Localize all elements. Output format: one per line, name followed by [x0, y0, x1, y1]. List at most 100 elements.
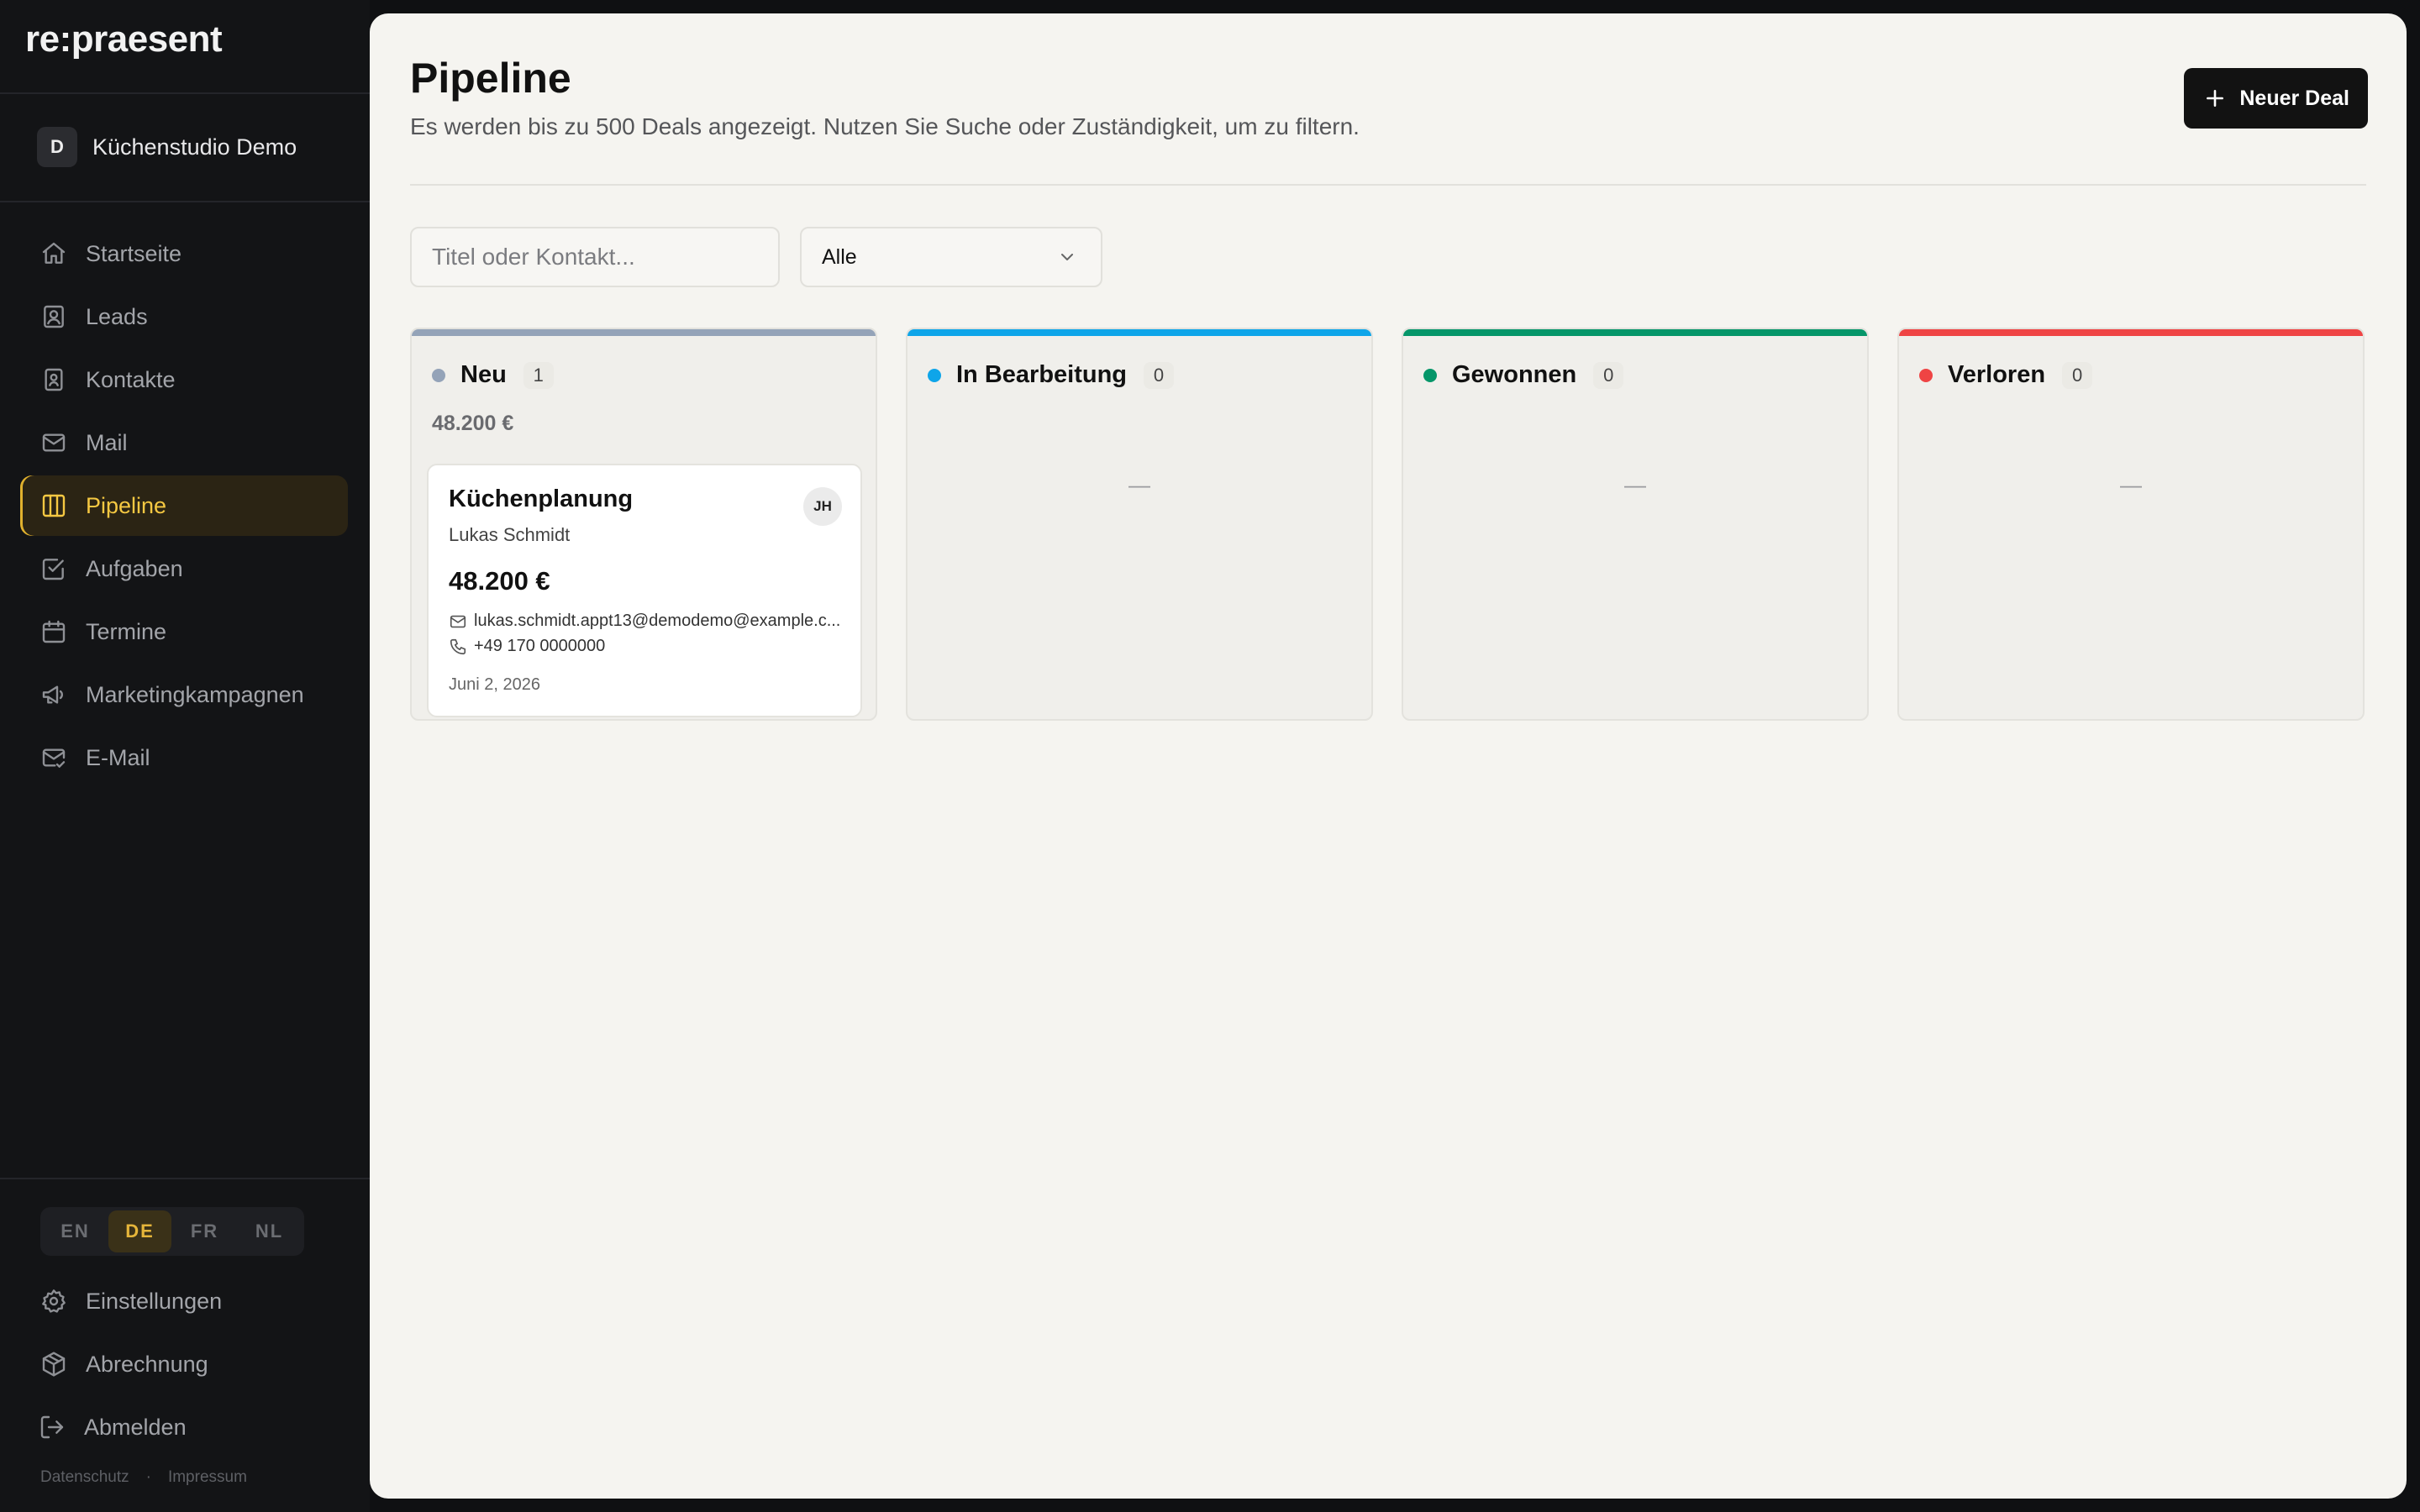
deal-phone-text: +49 170 0000000	[474, 637, 606, 655]
language-option-nl[interactable]: NL	[238, 1210, 301, 1252]
sidebar-item-pipeline[interactable]: Pipeline	[20, 475, 348, 536]
column-title: Neu	[460, 361, 507, 388]
megaphone-icon	[42, 685, 63, 704]
column-count-badge: 0	[2062, 361, 2093, 389]
sidebar-item-label: Abrechnung	[86, 1351, 208, 1377]
language-option-de[interactable]: DE	[108, 1210, 171, 1252]
new-deal-button[interactable]: Neuer Deal	[2184, 68, 2368, 129]
gear-icon	[42, 1289, 66, 1313]
imprint-link[interactable]: Impressum	[168, 1468, 247, 1487]
address-book-icon	[45, 368, 63, 391]
page-title: Pipeline	[410, 55, 571, 102]
mail-check-icon	[42, 748, 66, 768]
status-dot	[928, 368, 941, 382]
calendar-icon	[42, 620, 66, 643]
sidebar-item-label: Kontakte	[86, 366, 176, 392]
footer-links: Datenschutz · Impressum	[40, 1468, 247, 1487]
sidebar-item-label: Startseite	[86, 240, 182, 266]
status-dot	[1423, 368, 1437, 382]
sidebar-item-einstellungen[interactable]: Einstellungen	[20, 1271, 348, 1331]
deal-phone[interactable]: +49 170 0000000	[449, 637, 605, 656]
columns-icon	[42, 494, 66, 517]
language-option-en[interactable]: EN	[44, 1210, 107, 1252]
sidebar-item-termine[interactable]: Termine	[20, 601, 348, 662]
pipeline-column-verloren: Verloren 0 —	[1897, 328, 2365, 721]
column-color-bar	[412, 329, 876, 336]
plus-icon	[2207, 90, 2224, 107]
sidebar-item-marketingkampagnen[interactable]: Marketingkampagnen	[20, 664, 348, 725]
workspace-avatar: D	[37, 127, 77, 167]
pipeline-column-in-bearbeitung: In Bearbeitung 0 —	[906, 328, 1373, 721]
privacy-link[interactable]: Datenschutz	[40, 1468, 129, 1487]
package-icon	[42, 1352, 66, 1377]
bottom-nav: Einstellungen Abrechnung Abmelden	[20, 1271, 348, 1460]
app-logo[interactable]: re:praesent	[25, 18, 223, 60]
deal-contact: Lukas Schmidt	[449, 524, 571, 545]
column-color-bar	[1403, 329, 1867, 336]
sidebar-item-label: Einstellungen	[86, 1288, 223, 1314]
logout-icon	[40, 1415, 64, 1439]
sidebar-divider	[0, 201, 370, 202]
sidebar-item-kontakte[interactable]: Kontakte	[20, 349, 348, 410]
sidebar-item-label: E-Mail	[86, 744, 150, 770]
mail-icon	[42, 433, 66, 452]
column-empty-placeholder: —	[2120, 472, 2142, 497]
deal-email-text: lukas.schmidt.appt13@demodemo@example.c.…	[474, 612, 841, 630]
sidebar-item-startseite[interactable]: Startseite	[20, 223, 348, 284]
sidebar-item-e-mail[interactable]: E-Mail	[20, 727, 348, 788]
new-deal-label: Neuer Deal	[2239, 86, 2349, 110]
deal-title: Küchenplanung	[449, 486, 634, 512]
sidebar-item-abrechnung[interactable]: Abrechnung	[20, 1334, 348, 1394]
column-header: In Bearbeitung 0	[928, 361, 1175, 389]
sidebar-item-label: Termine	[86, 618, 167, 644]
column-count-badge: 0	[1144, 361, 1175, 389]
sidebar: re:praesent D Küchenstudio Demo Startsei…	[0, 0, 370, 1512]
checkbox-icon	[42, 559, 64, 580]
deal-amount: 48.200 €	[449, 566, 550, 596]
column-title: Gewonnen	[1452, 361, 1577, 388]
search-input[interactable]	[410, 227, 780, 287]
workspace-switcher[interactable]: D Küchenstudio Demo	[37, 127, 297, 167]
owner-select[interactable]: Alle	[800, 227, 1102, 287]
column-empty-placeholder: —	[1624, 472, 1646, 497]
deal-card[interactable]: Küchenplanung JH Lukas Schmidt 48.200 € …	[427, 464, 862, 717]
sidebar-divider	[0, 1178, 370, 1179]
chevron-down-icon	[1061, 254, 1073, 260]
sidebar-divider	[0, 92, 370, 94]
main-content: Pipeline Es werden bis zu 500 Deals ange…	[370, 13, 2407, 1499]
language-option-fr[interactable]: FR	[173, 1210, 236, 1252]
deal-email[interactable]: lukas.schmidt.appt13@demodemo@example.c.…	[449, 612, 840, 631]
column-header: Verloren 0	[1919, 361, 2093, 389]
sidebar-item-label: Pipeline	[86, 492, 167, 518]
workspace-name: Küchenstudio Demo	[92, 134, 297, 160]
logout-button[interactable]: Abmelden	[20, 1397, 348, 1457]
status-dot	[432, 368, 445, 382]
page-subtitle: Es werden bis zu 500 Deals angezeigt. Nu…	[410, 113, 1360, 139]
pipeline-column-neu: Neu 1 48.200 € Küchenplanung JH Lukas Sc…	[410, 328, 877, 721]
header-divider	[410, 184, 2366, 186]
column-count-badge: 1	[523, 361, 554, 389]
owner-select-value: Alle	[822, 244, 857, 269]
mail-icon	[450, 615, 466, 627]
pipeline-column-gewonnen: Gewonnen 0 —	[1402, 328, 1869, 721]
sidebar-item-leads[interactable]: Leads	[20, 286, 348, 347]
column-sum: 48.200 €	[432, 412, 514, 435]
column-color-bar	[908, 329, 1371, 336]
language-switcher: EN DE FR NL	[40, 1207, 304, 1256]
sidebar-item-mail[interactable]: Mail	[20, 412, 348, 473]
sidebar-item-label: Leads	[86, 303, 148, 329]
column-title: Verloren	[1948, 361, 2046, 388]
column-empty-placeholder: —	[1128, 472, 1150, 497]
sidebar-item-label: Marketingkampagnen	[86, 681, 304, 707]
contact-card-icon	[44, 305, 64, 328]
sidebar-item-label: Aufgaben	[86, 555, 183, 581]
column-title: In Bearbeitung	[956, 361, 1128, 388]
column-header: Neu 1	[432, 361, 554, 389]
footer-separator: ·	[145, 1468, 151, 1486]
phone-icon	[450, 638, 466, 654]
deal-date: Juni 2, 2026	[449, 675, 540, 694]
sidebar-item-label: Abmelden	[84, 1414, 187, 1440]
main-nav: Startseite Leads Kontakte Mail Pipeline …	[20, 223, 348, 790]
sidebar-item-aufgaben[interactable]: Aufgaben	[20, 538, 348, 599]
column-color-bar	[1899, 329, 2363, 336]
